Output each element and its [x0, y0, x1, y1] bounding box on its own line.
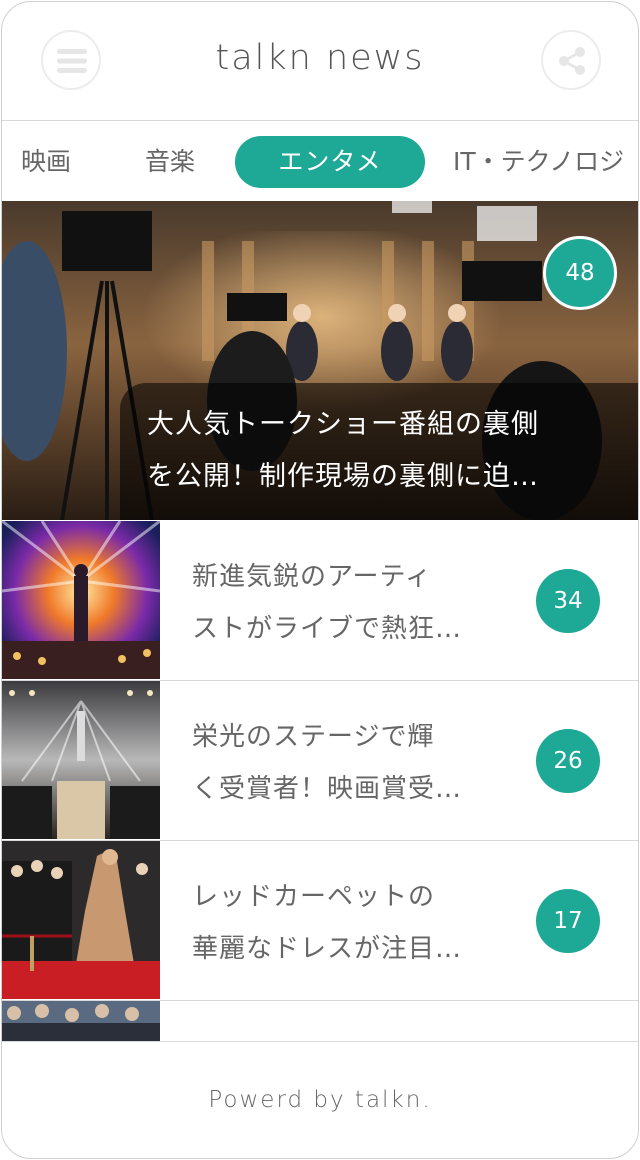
article-list-item[interactable]: 新進気鋭のアーティ ストがライブで熱狂… 34 — [2, 521, 638, 681]
footer-powered-by: Powerd by talkn. — [208, 1087, 432, 1113]
article-title: 新進気鋭のアーティ ストがライブで熱狂… — [192, 551, 517, 655]
share-button[interactable] — [541, 30, 601, 90]
article-thumbnail — [2, 841, 160, 999]
article-title-line-2: く受賞者！映画賞受… — [192, 774, 463, 804]
comment-count-badge: 34 — [536, 569, 600, 633]
category-tabs: 映画 音楽 エンタメ IT・テクノロジ — [2, 121, 638, 202]
featured-title-line-2: を公開！制作現場の裏側に迫… — [147, 461, 539, 492]
article-thumbnail — [2, 1001, 160, 1041]
article-thumbnail — [2, 521, 160, 679]
app-header: talkn news — [2, 2, 638, 121]
article-title: 栄光のステージで輝 く受賞者！映画賞受… — [192, 711, 517, 815]
article-list-item[interactable]: 栄光のステージで輝 く受賞者！映画賞受… 26 — [2, 681, 638, 841]
article-title-line-1: 栄光のステージで輝 — [192, 722, 435, 752]
tab-movies[interactable]: 映画 — [21, 136, 71, 188]
article-title: レッドカーペットの 華麗なドレスが注目… — [192, 871, 517, 975]
phone-frame: talkn news 映画 音楽 エンタメ IT・テクノロジ 48 大人気トーク… — [1, 1, 639, 1159]
featured-article[interactable]: 48 大人気トークショー番組の裏側 を公開！制作現場の裏側に迫… — [2, 201, 638, 520]
tab-it-technology[interactable]: IT・テクノロジ — [453, 136, 624, 188]
featured-title-line-1: 大人気トークショー番組の裏側 — [147, 409, 539, 440]
featured-caption: 大人気トークショー番組の裏側 を公開！制作現場の裏側に迫… — [120, 383, 638, 520]
article-thumbnail — [2, 681, 160, 839]
article-list-item[interactable]: レッドカーペットの 華麗なドレスが注目… 17 — [2, 841, 638, 1001]
comment-count-badge: 17 — [536, 889, 600, 953]
article-title-line-2: ストがライブで熱狂… — [192, 614, 463, 644]
comment-count-badge: 26 — [536, 729, 600, 793]
article-title-line-1: レッドカーペットの — [192, 882, 436, 912]
share-icon — [559, 47, 585, 75]
article-list-item[interactable] — [2, 1001, 638, 1042]
featured-article-title: 大人気トークショー番組の裏側 を公開！制作現場の裏側に迫… — [147, 399, 622, 503]
tab-entertainment[interactable]: エンタメ — [235, 136, 425, 188]
featured-comment-count-badge: 48 — [543, 236, 617, 310]
article-title-line-1: 新進気鋭のアーティ — [192, 562, 432, 592]
footer: Powerd by talkn. — [2, 1042, 638, 1158]
article-title-line-2: 華麗なドレスが注目… — [192, 934, 463, 964]
tab-music[interactable]: 音楽 — [145, 136, 195, 188]
